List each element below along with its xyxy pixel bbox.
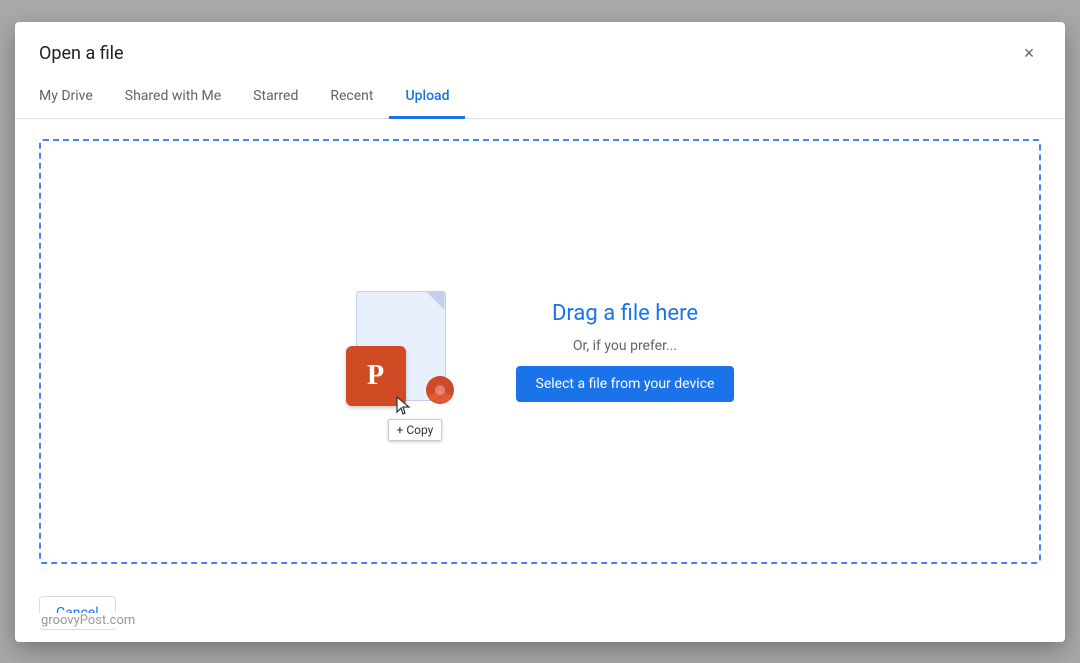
drag-text: Drag a file here xyxy=(552,301,698,326)
dialog-title: Open a file xyxy=(39,43,124,64)
watermark: groovyPost.com xyxy=(39,613,137,628)
tab-shared-with-me[interactable]: Shared with Me xyxy=(109,76,237,119)
close-button[interactable]: × xyxy=(1017,42,1041,66)
or-text: Or, if you prefer... xyxy=(573,338,677,354)
tab-starred[interactable]: Starred xyxy=(237,76,314,119)
pie-chart-icon xyxy=(424,374,456,406)
upload-content: Drag a file here Or, if you prefer... Se… xyxy=(516,301,735,402)
drag-file-icon-area: P Copy xyxy=(346,291,456,411)
tab-my-drive[interactable]: My Drive xyxy=(39,76,109,119)
select-file-button[interactable]: Select a file from your device xyxy=(516,366,735,402)
copy-badge: Copy xyxy=(388,419,443,441)
drop-zone[interactable]: P Copy xyxy=(39,139,1041,564)
dialog-body: P Copy xyxy=(15,119,1065,584)
dialog-footer: Cancel groovyPost.com xyxy=(15,584,1065,642)
dialog-header: Open a file × xyxy=(15,22,1065,66)
drag-cursor-icon xyxy=(396,396,412,416)
tab-bar: My Drive Shared with Me Starred Recent U… xyxy=(15,76,1065,119)
powerpoint-icon: P xyxy=(346,291,456,411)
dialog-overlay: Open a file × My Drive Shared with Me St… xyxy=(0,0,1080,663)
tab-upload[interactable]: Upload xyxy=(389,76,465,119)
tab-recent[interactable]: Recent xyxy=(314,76,389,119)
open-file-dialog: Open a file × My Drive Shared with Me St… xyxy=(15,22,1065,642)
